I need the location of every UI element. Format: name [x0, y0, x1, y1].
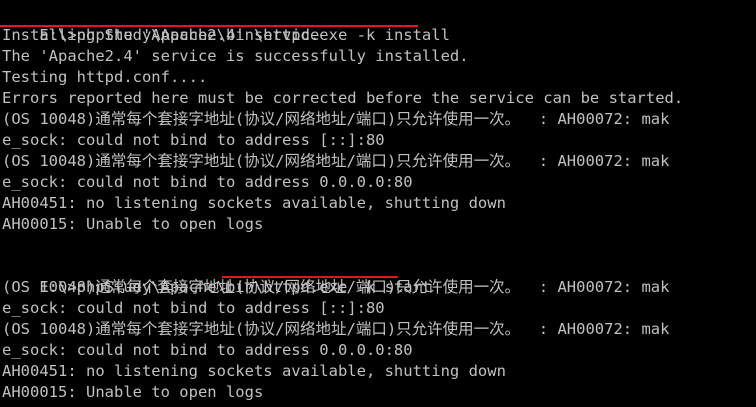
error-line: AH00451: no listening sockets available,… [2, 362, 506, 380]
error-line: e_sock: could not bind to address 0.0.0.… [2, 341, 413, 359]
error-line: (OS 10048)通常每个套接字地址(协议/网络地址/端口)只允许使用一次。 … [2, 320, 670, 338]
error-line: (OS 10048)通常每个套接字地址(协议/网络地址/端口)只允许使用一次。 … [2, 110, 670, 128]
output-line: The 'Apache2.4' service is successfully … [2, 47, 469, 65]
output-line: Errors reported here must be corrected b… [2, 89, 684, 107]
error-line: AH00015: Unable to open logs [2, 215, 264, 233]
error-line: (OS 10048)通常每个套接字地址(协议/网络地址/端口)只允许使用一次。 … [2, 278, 670, 296]
error-line: (OS 10048)通常每个套接字地址(协议/网络地址/端口)只允许使用一次。 … [2, 152, 670, 170]
command-line-start: E:\>phpStudy\Apache\bin\httpd.exe -k sta… [2, 256, 431, 296]
error-line: e_sock: could not bind to address [::]:8… [2, 299, 385, 317]
console-window[interactable]: E:\>phpStudy\Apache\bin\httpd.exe -k ins… [0, 0, 756, 407]
error-line: AH00015: Unable to open logs [2, 383, 264, 401]
command-line-install: E:\>phpStudy\Apache\bin\httpd.exe -k ins… [2, 4, 450, 44]
output-line: Installing the 'Apache2.4' service [2, 26, 320, 44]
error-line: e_sock: could not bind to address [::]:8… [2, 131, 385, 149]
error-line: AH00451: no listening sockets available,… [2, 194, 506, 212]
error-line: e_sock: could not bind to address 0.0.0.… [2, 173, 413, 191]
output-line: Testing httpd.conf.... [2, 68, 208, 86]
